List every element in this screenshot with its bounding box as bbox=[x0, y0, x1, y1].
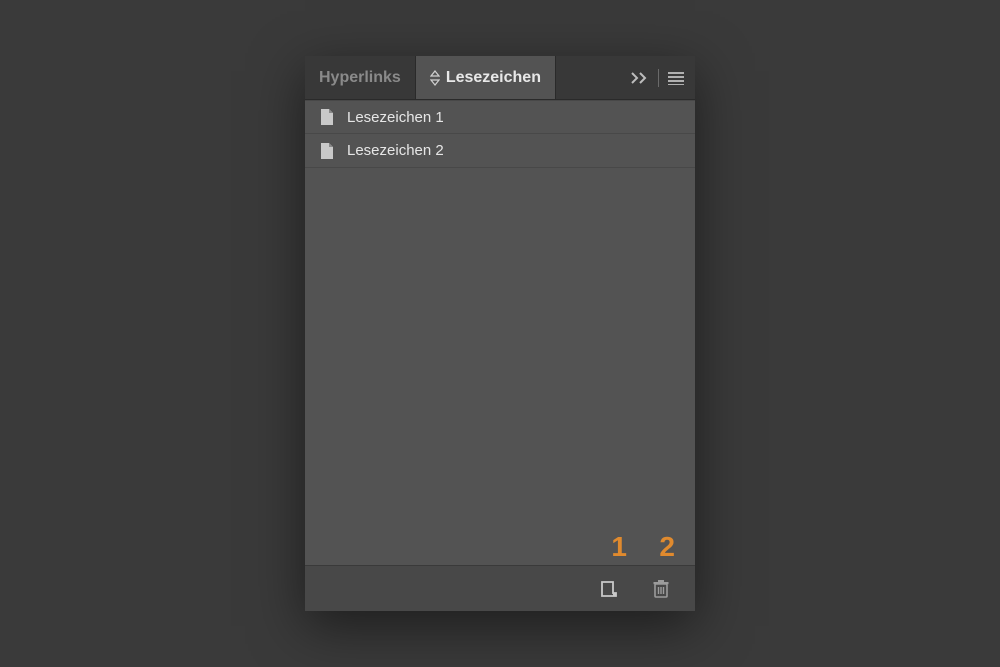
list-item[interactable]: Lesezeichen 1 bbox=[305, 100, 695, 134]
tab-hyperlinks-label: Hyperlinks bbox=[319, 69, 401, 87]
bookmark-list: Lesezeichen 1 Lesezeichen 2 bbox=[305, 100, 695, 565]
page-icon bbox=[319, 108, 335, 126]
tab-bookmarks-label: Lesezeichen bbox=[446, 69, 541, 87]
list-item-label: Lesezeichen 2 bbox=[347, 142, 444, 159]
tab-bar-spacer bbox=[556, 56, 620, 99]
collapse-panel-icon[interactable] bbox=[630, 71, 650, 85]
page-icon bbox=[319, 142, 335, 160]
panel-tab-bar: Hyperlinks Lesezeichen bbox=[305, 56, 695, 100]
new-bookmark-button[interactable] bbox=[597, 577, 621, 601]
delete-bookmark-button[interactable] bbox=[649, 577, 673, 601]
tab-bookmarks[interactable]: Lesezeichen bbox=[416, 56, 556, 99]
list-item-label: Lesezeichen 1 bbox=[347, 109, 444, 126]
sort-updown-icon bbox=[430, 70, 440, 86]
panel-footer bbox=[305, 565, 695, 611]
panel-menu-icon[interactable] bbox=[667, 71, 685, 85]
tab-bar-controls bbox=[620, 56, 695, 99]
bookmarks-panel: Hyperlinks Lesezeichen bbox=[305, 56, 695, 611]
list-item[interactable]: Lesezeichen 2 bbox=[305, 134, 695, 168]
tab-hyperlinks[interactable]: Hyperlinks bbox=[305, 56, 416, 99]
divider bbox=[658, 69, 659, 87]
